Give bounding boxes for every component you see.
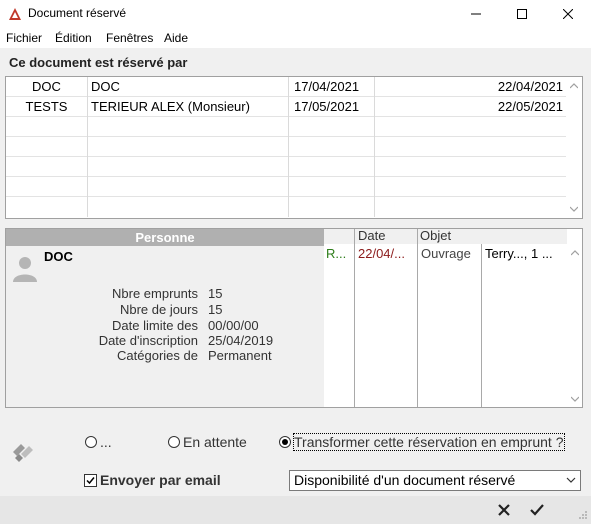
menu-edition[interactable]: Édition (55, 31, 92, 45)
menu-fenetres[interactable]: Fenêtres (106, 31, 153, 45)
row-code: DOC (6, 77, 88, 97)
radio-option-en-attente[interactable]: En attente (168, 434, 247, 450)
radio-option-transformer[interactable]: Transformer cette réservation en emprunt… (279, 433, 565, 451)
table-row-empty (6, 157, 567, 177)
person-header: Personne (6, 229, 324, 246)
close-window-button[interactable] (545, 0, 591, 28)
loans-header-objet: Objet (418, 229, 582, 244)
radio-button[interactable] (168, 436, 180, 448)
radio-button-selected[interactable] (279, 436, 291, 448)
loan-type: Ouvrage (421, 246, 471, 261)
title-bar: Document réservé (0, 0, 591, 28)
menu-bar: Fichier Édition Fenêtres Aide (0, 28, 591, 48)
radio-option-ellipsis[interactable]: ... (85, 434, 112, 450)
scroll-down-icon[interactable] (570, 205, 578, 213)
scroll-up-icon[interactable] (571, 249, 579, 257)
menu-fichier[interactable]: Fichier (6, 31, 42, 45)
table-row-empty (6, 117, 567, 137)
radio-label: ... (100, 434, 112, 450)
radio-label: Transformer cette réservation en emprunt… (293, 433, 565, 451)
stat-label: Date limite des (112, 318, 198, 333)
table-scrollbar[interactable] (566, 77, 582, 218)
row-name: DOC (88, 77, 289, 97)
email-checkbox[interactable] (84, 473, 97, 487)
table-row-empty (6, 177, 567, 197)
stat-label: Date d'inscription (98, 333, 198, 348)
cancel-button[interactable] (496, 502, 512, 518)
resize-grip-icon[interactable] (578, 510, 588, 520)
loans-header-date: Date (355, 229, 417, 244)
loan-date: 22/04/... (358, 246, 405, 261)
email-checkbox-label: Envoyer par email (100, 472, 221, 488)
loans-table: Date Objet R... 22/04/... Ouvrage Terry.… (324, 229, 582, 407)
footer-bar (0, 496, 591, 524)
stat-value: 15 (208, 286, 223, 301)
scroll-down-icon[interactable] (571, 395, 579, 403)
person-name: DOC (44, 249, 73, 264)
menu-aide[interactable]: Aide (164, 31, 188, 45)
minimize-icon (471, 13, 481, 15)
stat-label: Nbre de jours (119, 302, 198, 317)
person-panel: Personne DOC Nbre emprunts 15 Nbre de jo… (5, 228, 583, 408)
close-icon (563, 9, 573, 19)
stat-value: Permanent (208, 348, 272, 363)
minimize-button[interactable] (453, 0, 499, 28)
row-name: TERIEUR ALEX (Monsieur) (88, 97, 289, 117)
maximize-icon (517, 9, 527, 19)
stat-label: Catégories de (117, 348, 198, 363)
row-date-start: 17/04/2021 (289, 77, 375, 97)
table-row[interactable]: TESTS TERIEUR ALEX (Monsieur) 17/05/2021… (6, 97, 567, 117)
stat-value: 00/00/00 (208, 318, 259, 333)
row-date-end: 22/05/2021 (497, 99, 563, 114)
checkmark-icon (86, 476, 95, 484)
stat-value: 25/04/2019 (208, 333, 274, 348)
email-checkbox-option[interactable]: Envoyer par email (84, 472, 221, 488)
loans-scrollbar[interactable] (567, 229, 582, 407)
email-template-value: Disponibilité d'un document réservé (294, 472, 516, 488)
confirm-button[interactable] (529, 502, 545, 518)
row-code: TESTS (6, 97, 88, 117)
person-details: DOC Nbre emprunts 15 Nbre de jours 15 Da… (6, 246, 324, 407)
person-avatar-icon (13, 257, 37, 282)
app-logo-icon (9, 8, 21, 20)
stat-value: 15 (208, 302, 223, 317)
loan-status: R... (326, 246, 347, 261)
reservations-heading: Ce document est réservé par (9, 55, 188, 70)
scroll-up-icon[interactable] (570, 82, 578, 90)
reservations-table: DOC DOC 17/04/2021 22/04/2021 TESTS TERI… (5, 76, 583, 219)
email-template-select[interactable]: Disponibilité d'un document réservé (289, 470, 581, 491)
row-date-start: 17/05/2021 (289, 97, 375, 117)
loan-title: Terry..., 1 ... (485, 246, 553, 261)
transfer-icon (13, 444, 33, 462)
chevron-down-icon (566, 477, 576, 483)
window-title: Document réservé (28, 6, 127, 20)
radio-button[interactable] (85, 436, 97, 448)
radio-label: En attente (183, 434, 247, 450)
row-date-end: 22/04/2021 (497, 79, 563, 94)
stat-label: Nbre emprunts (112, 286, 198, 301)
table-row-empty (6, 197, 567, 217)
maximize-button[interactable] (499, 0, 545, 28)
table-row-empty (6, 137, 567, 157)
table-row[interactable]: DOC DOC 17/04/2021 22/04/2021 (6, 77, 567, 97)
